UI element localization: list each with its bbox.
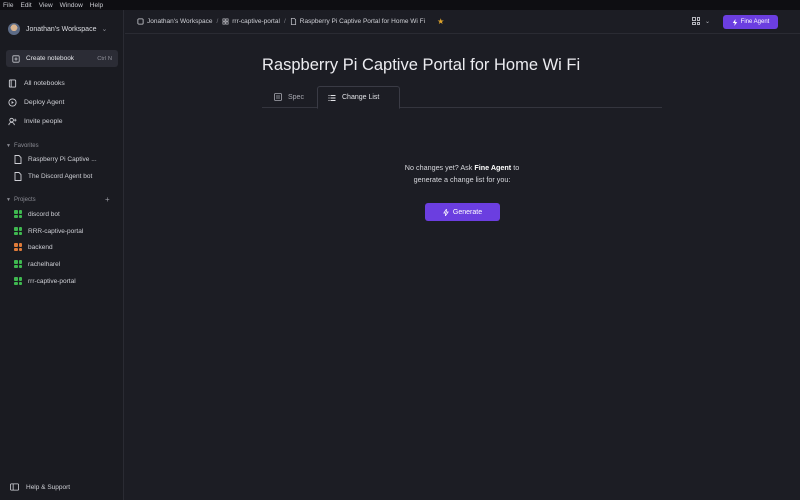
grid-view-icon: [692, 17, 700, 25]
project-icon: [14, 227, 22, 235]
agent-name: Fine Agent: [474, 163, 512, 172]
workspace-switcher[interactable]: Jonathan's Workspace ⌄: [8, 23, 107, 35]
favorite-item[interactable]: Raspberry Pi Captive ...: [14, 155, 97, 164]
nav-deploy-agent[interactable]: Deploy Agent: [8, 98, 64, 107]
project-label: discord bot: [28, 210, 60, 218]
project-item[interactable]: rachelharel: [14, 260, 60, 268]
project-icon: [14, 277, 22, 285]
favorite-label: Raspberry Pi Captive ...: [28, 156, 97, 163]
favorite-item[interactable]: The Discord Agent bot: [14, 172, 92, 181]
favorite-star-icon[interactable]: ★: [437, 17, 444, 26]
generate-button[interactable]: Generate: [425, 203, 500, 221]
project-icon: [14, 243, 22, 251]
empty-state-message: No changes yet? Ask Fine Agent to genera…: [362, 162, 562, 186]
panel-icon: [10, 483, 19, 491]
favorites-label: Favorites: [13, 143, 39, 149]
nav-all-notebooks[interactable]: All notebooks: [8, 79, 65, 88]
collapse-icon: ▼: [6, 197, 11, 203]
project-item[interactable]: RRR-captive-portal: [14, 227, 83, 235]
project-label: RRR-captive-portal: [28, 227, 84, 235]
top-bar: Jonathan's Workspace / rrr-captive-porta…: [125, 10, 800, 34]
create-notebook-button[interactable]: Create notebook Ctrl N: [6, 50, 118, 67]
new-note-icon: [12, 54, 20, 63]
workspace-name: Jonathan's Workspace: [26, 25, 97, 33]
nav-invite-people[interactable]: Invite people: [8, 117, 63, 126]
shortcut-hint: Ctrl N: [97, 55, 112, 62]
add-project-button[interactable]: +: [105, 195, 110, 204]
book-icon: [8, 79, 17, 88]
document-icon: [14, 155, 22, 164]
project-label: backend: [28, 243, 53, 251]
page-title: Raspberry Pi Captive Portal for Home Wi …: [262, 56, 581, 74]
empty-text: generate a change list for you:: [413, 175, 511, 184]
project-label: rachelharel: [28, 260, 61, 268]
menu-help[interactable]: Help: [90, 2, 103, 9]
project-label: rrr-captive-portal: [28, 277, 76, 285]
tab-bar: Spec Change List: [262, 86, 662, 109]
favorite-label: The Discord Agent bot: [28, 173, 93, 180]
breadcrumb-notebook[interactable]: Raspberry Pi Captive Portal for Home Wi …: [300, 18, 425, 25]
tab-label: Change List: [342, 94, 380, 101]
sidebar: Jonathan's Workspace ⌄ Create notebook C…: [0, 10, 124, 500]
play-icon: [8, 98, 17, 107]
fine-agent-button[interactable]: Fine Agent: [723, 15, 778, 29]
list-icon: [328, 94, 336, 101]
project-grid-icon: [222, 18, 229, 25]
document-icon: [14, 172, 22, 181]
tab-spec[interactable]: Spec: [264, 86, 314, 108]
breadcrumb: Jonathan's Workspace / rrr-captive-porta…: [137, 18, 425, 25]
collapse-icon: ▼: [6, 143, 11, 149]
project-item[interactable]: discord bot: [14, 210, 60, 218]
help-label: Help & Support: [26, 483, 71, 491]
spec-icon: [274, 93, 282, 101]
project-icon: [14, 260, 22, 268]
menu-view[interactable]: View: [39, 2, 53, 9]
projects-header[interactable]: ▼ Projects: [6, 197, 36, 203]
workspace-icon: [137, 18, 144, 25]
chevron-down-icon: ⌄: [705, 18, 711, 25]
user-plus-icon: [8, 117, 17, 126]
breadcrumb-project[interactable]: rrr-captive-portal: [232, 18, 280, 25]
breadcrumb-separator: /: [216, 18, 219, 25]
menu-edit[interactable]: Edit: [20, 2, 31, 9]
chevron-down-icon: ⌄: [101, 26, 108, 33]
empty-text: to: [511, 163, 520, 172]
projects-label: Projects: [13, 197, 36, 203]
nav-label: All notebooks: [24, 80, 65, 87]
nav-label: Invite people: [24, 118, 63, 125]
view-toggle-button[interactable]: ⌄: [692, 17, 710, 25]
empty-text: No changes yet? Ask: [404, 163, 475, 172]
os-menubar: File Edit View Window Help: [0, 0, 800, 10]
breadcrumb-separator: /: [283, 18, 286, 25]
tab-change-list[interactable]: Change List: [317, 86, 400, 109]
nav-label: Deploy Agent: [24, 99, 65, 106]
avatar: [8, 23, 20, 35]
project-item[interactable]: backend: [14, 243, 53, 251]
project-icon: [14, 210, 22, 218]
generate-label: Generate: [452, 208, 483, 216]
fine-agent-label: Fine Agent: [740, 19, 770, 25]
menu-window[interactable]: Window: [60, 2, 83, 9]
create-notebook-label: Create notebook: [26, 55, 75, 62]
project-item[interactable]: rrr-captive-portal: [14, 277, 76, 285]
lightning-icon: [443, 208, 449, 216]
favorites-header[interactable]: ▼ Favorites: [6, 143, 39, 149]
lightning-icon: [732, 18, 737, 26]
document-icon: [290, 18, 296, 25]
tab-label: Spec: [288, 93, 304, 101]
menu-file[interactable]: File: [3, 2, 13, 9]
help-support-link[interactable]: Help & Support: [10, 483, 70, 491]
breadcrumb-workspace[interactable]: Jonathan's Workspace: [147, 18, 212, 25]
